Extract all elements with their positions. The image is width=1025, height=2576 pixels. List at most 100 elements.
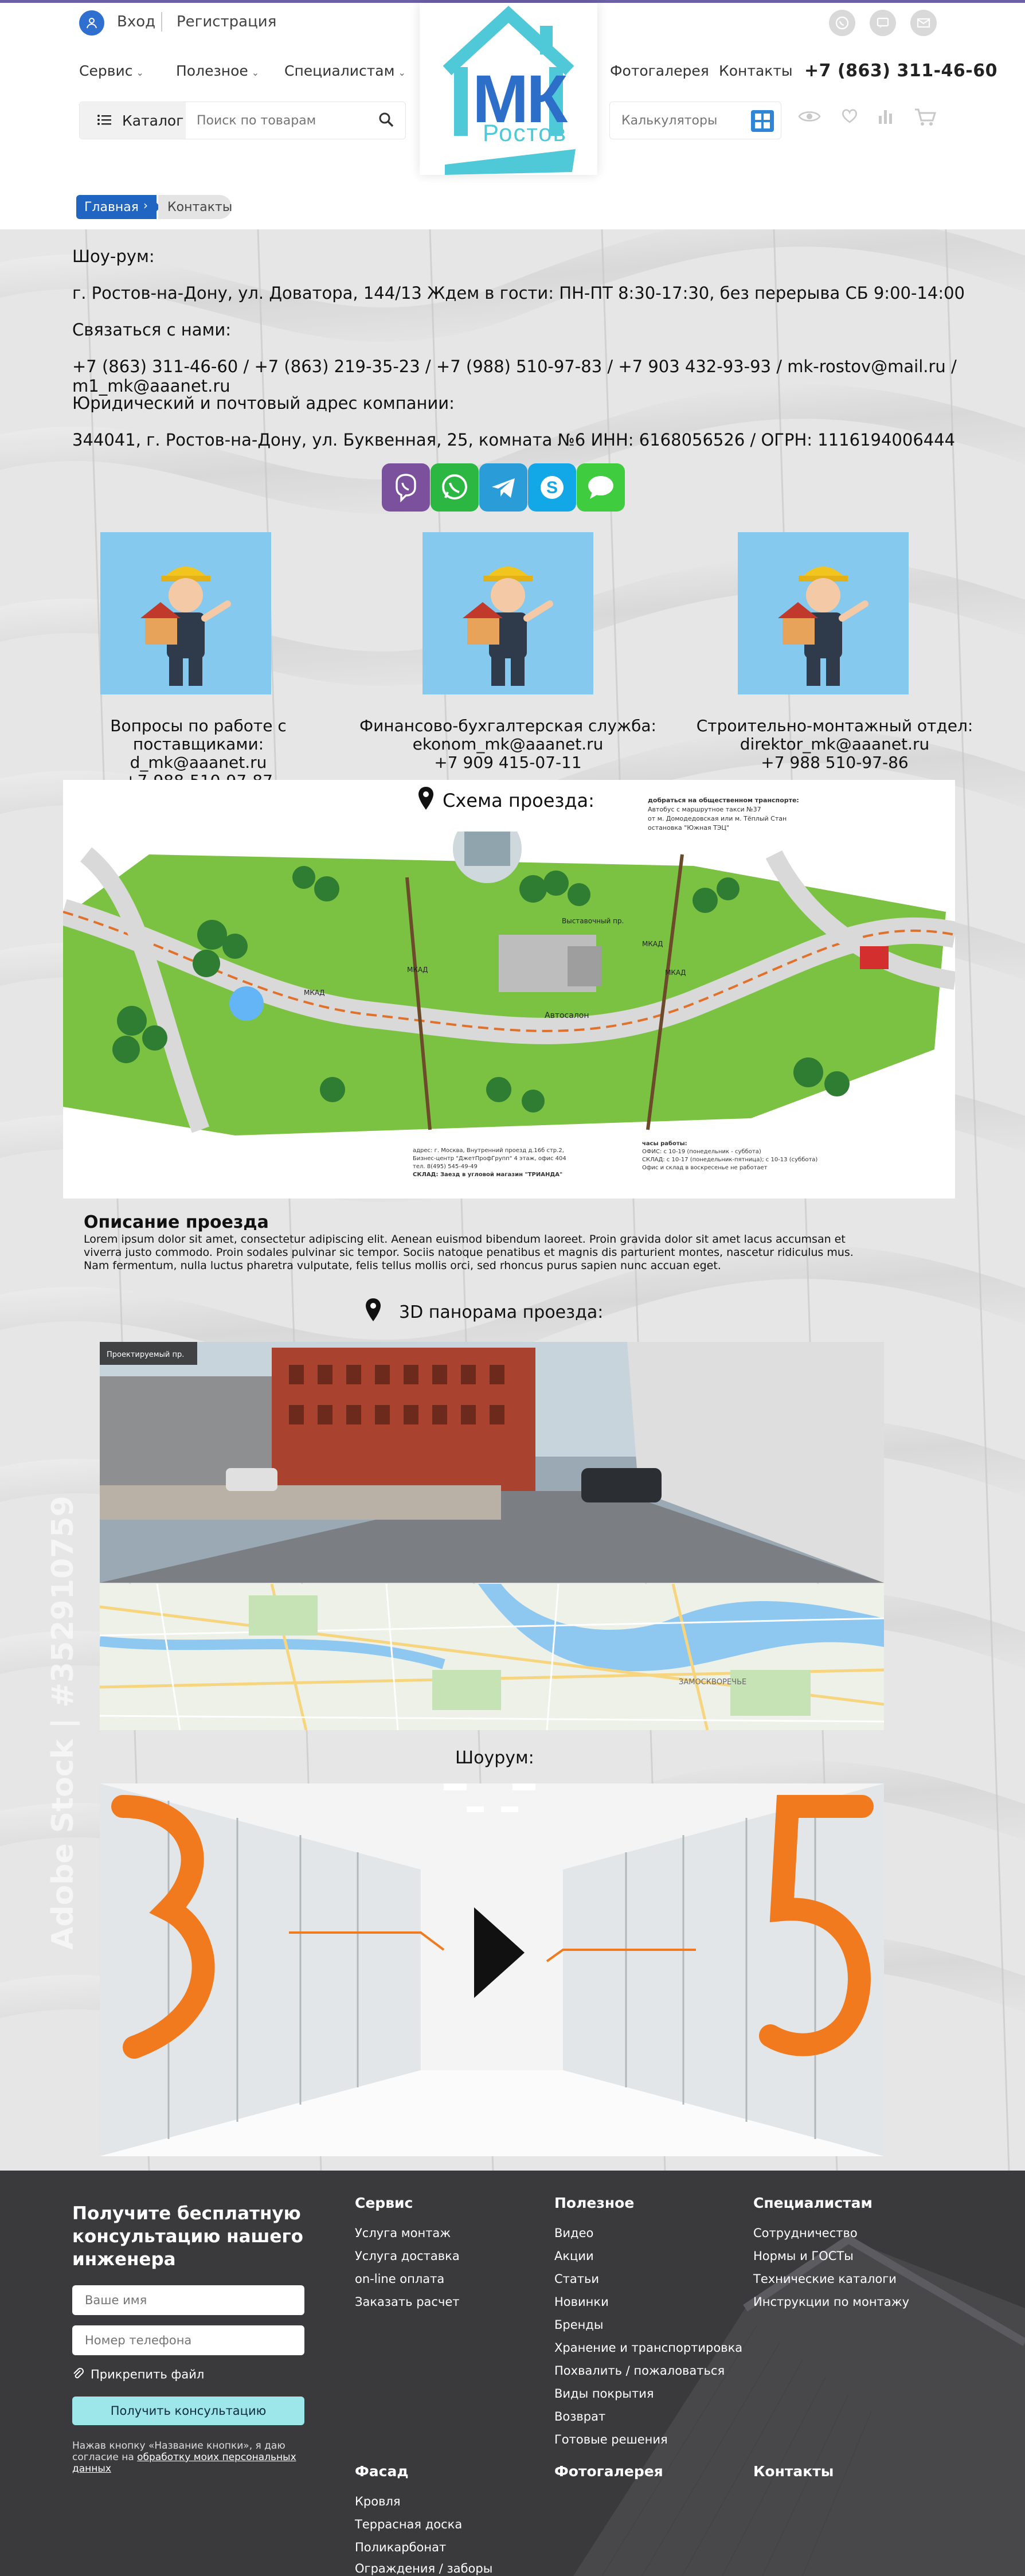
footer-link[interactable]: Хранение и транспортировка <box>554 2341 742 2355</box>
breadcrumb-arrow <box>138 195 161 219</box>
footer-link[interactable]: Видео <box>554 2226 593 2240</box>
heart-icon[interactable] <box>841 108 858 126</box>
legal-line: 344041, г. Ростов-на-Дону, ул. Буквенная… <box>72 430 956 450</box>
footer-link[interactable]: Технические каталоги <box>753 2272 897 2286</box>
header-separator <box>161 12 162 32</box>
footer-link[interactable]: Виды покрытия <box>554 2387 654 2401</box>
get-consultation-button[interactable]: Получить консультацию <box>72 2397 304 2425</box>
footer-link[interactable]: Новинки <box>554 2295 609 2309</box>
attach-file-label: Прикрепить файл <box>91 2367 205 2382</box>
footer-link[interactable]: Сотрудничество <box>753 2226 858 2240</box>
showroom-video[interactable] <box>100 1783 884 2156</box>
road-label: МКАД <box>665 969 686 977</box>
footer-link[interactable]: Ограждения / заборы <box>355 2562 492 2575</box>
footer-link[interactable]: Услуга монтаж <box>355 2226 451 2240</box>
footer-link[interactable]: Статьи <box>554 2272 599 2286</box>
directions-line: от м. Домодедовская или м. Тёплый Стан <box>648 815 787 822</box>
route-map-graphic: МКАД МКАД МКАД МКАД Автосалон Выставочны… <box>63 832 955 1135</box>
register-link[interactable]: Регистрация <box>177 13 276 30</box>
calculators-input[interactable] <box>621 110 748 131</box>
showroom-title: Шоурум: <box>455 1748 534 1768</box>
logo[interactable]: МК Ростов <box>420 3 597 175</box>
attach-file-link[interactable]: Прикрепить файл <box>72 2367 204 2383</box>
footer-link[interactable]: Готовые решения <box>554 2433 668 2446</box>
route-scheme-title: Схема проезда: <box>417 786 594 815</box>
footer-link[interactable]: Похвалить / пожаловаться <box>554 2364 725 2378</box>
catalog-button[interactable]: Каталог <box>80 102 186 139</box>
department-phone[interactable]: +7 988 510-97-86 <box>686 754 984 772</box>
compare-icon[interactable] <box>877 108 897 127</box>
nav-specialists[interactable]: Специалистам ⌄ <box>284 63 406 79</box>
nav-service[interactable]: Сервис ⌄ <box>79 63 144 79</box>
site-header: Вход Регистрация Сервис ⌄ Полезное ⌄ Специ… <box>0 3 1025 186</box>
telegram-icon[interactable] <box>479 463 527 512</box>
calculators-select[interactable] <box>609 102 781 139</box>
mail-social-icon[interactable] <box>910 10 937 36</box>
eye-icon[interactable] <box>798 108 821 127</box>
cart-icon[interactable] <box>914 108 937 128</box>
chat-social-icon[interactable] <box>870 10 896 36</box>
footer-heading-service[interactable]: Сервис <box>355 2195 413 2211</box>
user-icon[interactable] <box>79 10 104 36</box>
footer-heading-specialists[interactable]: Специалистам <box>753 2195 873 2211</box>
address-line: Бизнес-центр "ДжетПрофГрупп" 4 этаж, офи… <box>413 1156 566 1162</box>
department-phone[interactable]: +7 909 415-07-11 <box>359 754 657 772</box>
skype-icon[interactable]: S <box>528 463 576 512</box>
footer-link[interactable]: Акции <box>554 2249 594 2263</box>
route-title: Описание проезда <box>84 1212 269 1232</box>
panorama-map[interactable]: ЗАМОСКВОРЕЧЬЕ <box>99 1583 885 1731</box>
search-input[interactable] <box>197 110 369 131</box>
department-email[interactable]: d_mk@aaanet.ru <box>49 754 347 772</box>
department-title: Финансово-бухгалтерская служба: <box>359 716 656 735</box>
whatsapp-icon[interactable] <box>431 463 479 512</box>
breadcrumb-current: Контакты <box>158 195 232 219</box>
hours-line: Офис и склад в воскресенье не работает <box>642 1165 768 1171</box>
department-email[interactable]: ekonom_mk@aaanet.ru <box>359 735 657 754</box>
address-line: адрес: г. Москва, Внутренний проезд д.16… <box>413 1148 564 1154</box>
grid-icon[interactable] <box>751 110 774 132</box>
department-email[interactable]: direktor_mk@aaanet.ru <box>686 735 984 754</box>
header-phone[interactable]: +7 (863) 311-46-60 <box>804 61 997 81</box>
hours-head: часы работы: <box>642 1141 687 1147</box>
footer-heading-gallery[interactable]: Фотогалерея <box>554 2463 663 2480</box>
play-icon[interactable] <box>470 1904 527 2004</box>
map-pin-icon <box>417 786 435 815</box>
street-view[interactable]: Проектируемый пр. <box>100 1342 884 1583</box>
footer-heading-facade[interactable]: Фасад <box>355 2463 409 2480</box>
catalog-label: Каталог <box>122 112 184 129</box>
panorama-title-text: 3D панорама проезда: <box>399 1302 604 1322</box>
footer-link[interactable]: Заказать расчет <box>355 2295 460 2309</box>
messages-icon[interactable] <box>577 463 625 512</box>
footer-link[interactable]: Кровля <box>355 2495 401 2508</box>
footer-heading-useful[interactable]: Полезное <box>554 2195 634 2211</box>
address-line: СКЛАД: Заезд в угловой магазин "ТРИАНДА" <box>413 1172 563 1178</box>
whatsapp-social-icon[interactable] <box>829 10 855 36</box>
footer-title: Получите бесплатную консультацию нашего … <box>72 2203 303 2270</box>
footer-heading-contacts[interactable]: Контакты <box>753 2463 834 2480</box>
viber-icon[interactable] <box>382 463 430 512</box>
chevron-down-icon: ⌄ <box>398 67 406 78</box>
footer-link[interactable]: Инструкции по монтажу <box>753 2295 909 2309</box>
search-icon[interactable] <box>378 111 395 131</box>
road-label: Выставочный пр. <box>562 917 624 925</box>
nav-gallery[interactable]: Фотогалерея <box>610 63 709 79</box>
footer-link[interactable]: Возврат <box>554 2410 605 2423</box>
address-line: тел. 8(495) 545-49-49 <box>413 1164 478 1170</box>
footer-link[interactable]: Террасная доска <box>355 2518 462 2531</box>
road-label: МКАД <box>642 940 663 948</box>
login-link[interactable]: Вход <box>117 13 155 30</box>
name-input[interactable] <box>72 2285 304 2315</box>
footer-link[interactable]: Услуга доставка <box>355 2249 460 2263</box>
nav-contacts[interactable]: Контакты <box>719 63 793 79</box>
contact-line[interactable]: +7 (863) 311-46-60 / +7 (863) 219-35-23 … <box>72 357 1025 396</box>
footer-link[interactable]: Поликарбонат <box>355 2540 446 2554</box>
footer-link[interactable]: Нормы и ГОСТы <box>753 2249 854 2263</box>
map-pin-icon <box>365 1297 382 1327</box>
logo-city: Ростов <box>483 119 567 146</box>
nav-useful[interactable]: Полезное ⌄ <box>176 63 259 79</box>
footer-link[interactable]: Бренды <box>554 2318 604 2332</box>
department-construction: Строительно-монтажный отдел: direktor_mk… <box>686 717 984 772</box>
footer-link[interactable]: on-line оплата <box>355 2272 444 2286</box>
site-footer: Получите бесплатную консультацию нашего … <box>0 2171 1025 2576</box>
phone-input[interactable] <box>72 2325 304 2355</box>
